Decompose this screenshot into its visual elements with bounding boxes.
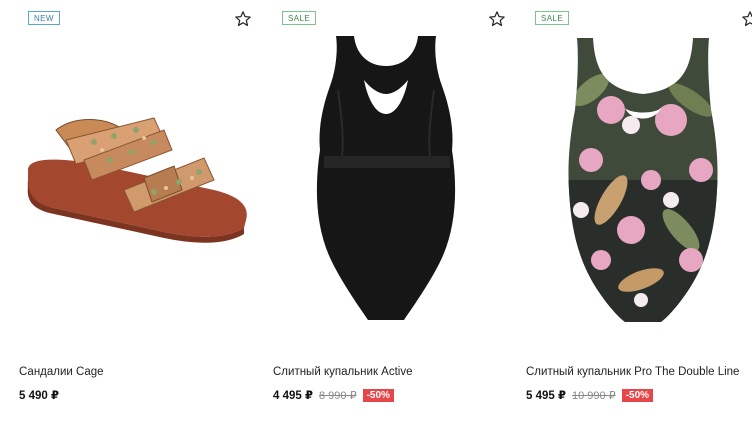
- old-price: 8 990 ₽: [318, 389, 357, 402]
- current-price: 4 495 ₽: [273, 390, 313, 402]
- price-row: 5 490 ₽: [19, 388, 59, 402]
- star-icon[interactable]: [741, 10, 752, 28]
- sale-badge: SALE: [535, 11, 570, 25]
- product-card[interactable]: SALE Слитный купальник Active 4 495 ₽ 8 …: [268, 0, 512, 422]
- current-price: 5 490 ₽: [19, 390, 59, 402]
- sale-badge: SALE: [282, 11, 317, 25]
- new-badge: NEW: [28, 11, 60, 25]
- product-card[interactable]: NEW Сандалии Cage 5 490 ₽: [14, 0, 258, 422]
- star-icon[interactable]: [488, 10, 506, 28]
- current-price: 5 495 ₽: [526, 390, 566, 402]
- product-image-sandals[interactable]: [14, 30, 258, 330]
- price-row: 5 495 ₽ 10 990 ₽ -50%: [526, 388, 654, 402]
- product-image-black-swimsuit[interactable]: [268, 30, 512, 330]
- discount-badge: -50%: [362, 388, 394, 402]
- price-row: 4 495 ₽ 8 990 ₽ -50%: [273, 388, 394, 402]
- product-name[interactable]: Сандалии Cage: [19, 366, 104, 378]
- product-image-floral-swimsuit[interactable]: [521, 30, 752, 330]
- product-name[interactable]: Слитный купальник Active: [273, 366, 413, 378]
- discount-badge: -50%: [621, 388, 654, 402]
- old-price: 10 990 ₽: [571, 389, 616, 402]
- product-card[interactable]: SALE Слитный купальник Pro The Double Li…: [521, 0, 752, 422]
- product-name[interactable]: Слитный купальник Pro The Double Line: [526, 366, 739, 378]
- star-icon[interactable]: [234, 10, 252, 28]
